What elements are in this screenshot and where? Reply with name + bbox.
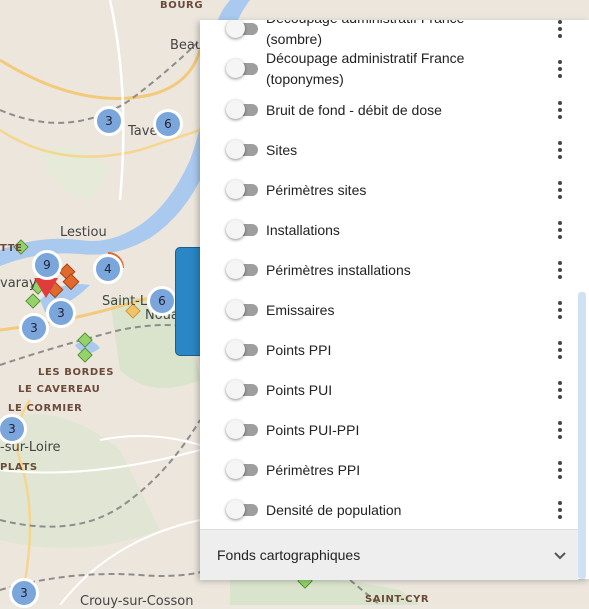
layer-label: Sites (266, 141, 298, 158)
map-label: LE CAVEREAU (18, 384, 101, 395)
basemaps-section-header[interactable]: Fonds cartographiques (200, 529, 578, 580)
map-label: Lestiou (60, 225, 107, 240)
more-vert-icon[interactable] (550, 20, 570, 41)
layer-toggle[interactable] (226, 180, 258, 199)
layer-label: Périmètres sites (266, 181, 367, 198)
map-label: LE CORMIER (8, 403, 83, 414)
layer-toggle[interactable] (226, 380, 258, 399)
layer-label: Densité de population (266, 501, 402, 518)
map-label: Saint-L (102, 294, 148, 309)
map-label: BOURG (160, 0, 204, 11)
layer-toggle[interactable] (226, 460, 258, 479)
more-vert-icon[interactable] (550, 378, 570, 402)
layer-label: Emissaires (266, 301, 335, 318)
layer-label: Bruit de fond - débit de dose (266, 101, 442, 118)
more-vert-icon[interactable] (550, 57, 570, 81)
cluster-marker[interactable]: 3 (46, 298, 76, 328)
more-vert-icon[interactable] (550, 338, 570, 362)
cluster-marker[interactable]: 6 (147, 286, 177, 316)
more-vert-icon[interactable] (550, 178, 570, 202)
layer-row: Points PUI-PPI (200, 410, 589, 450)
map-label: Crouy-sur-Cosson (80, 594, 194, 609)
more-vert-icon[interactable] (550, 498, 570, 522)
more-vert-icon[interactable] (550, 138, 570, 162)
layer-label: Installations (266, 221, 340, 238)
layer-toggle[interactable] (226, 260, 258, 279)
layer-toggle[interactable] (226, 220, 258, 239)
layer-label: Points PUI-PPI (266, 421, 360, 438)
layer-row: Périmètres PPI (200, 450, 589, 490)
map-label: TTE (0, 243, 23, 254)
map-label: SAINT-CYR (365, 594, 430, 605)
cluster-marker[interactable]: 4 (93, 254, 123, 284)
panel-scrollbar[interactable] (578, 292, 586, 579)
layer-label: Périmètres installations (266, 261, 411, 278)
layer-label: Points PPI (266, 341, 332, 358)
cluster-marker[interactable]: 3 (94, 106, 124, 136)
layer-row: Points PPI (200, 330, 589, 370)
layer-row: Densité de population (200, 490, 589, 530)
layer-label: Points PUI (266, 381, 333, 398)
map-label: varay (0, 276, 37, 291)
basemaps-label: Fonds cartographiques (217, 547, 361, 563)
layer-toggle[interactable] (226, 420, 258, 439)
layers-panel: Découpage administratif France (sombre) … (200, 20, 589, 579)
cluster-marker[interactable]: 6 (153, 109, 183, 139)
layer-label: Périmètres PPI (266, 461, 361, 478)
layer-row: Emissaires (200, 290, 589, 330)
map-label: Beau (170, 38, 204, 53)
more-vert-icon[interactable] (550, 218, 570, 242)
layer-toggle[interactable] (226, 100, 258, 119)
layer-row: Points PUI (200, 370, 589, 410)
more-vert-icon[interactable] (550, 258, 570, 282)
map-label: LES BORDES (38, 367, 115, 378)
layer-label: Découpage administratif France (sombre) (266, 20, 464, 47)
layer-row: Installations (200, 210, 589, 250)
layer-label: Découpage administratif France (toponyme… (266, 50, 465, 87)
layer-row: Découpage administratif France (sombre) (200, 20, 589, 49)
layer-row: Découpage administratif France (toponyme… (200, 49, 589, 89)
layer-toggle[interactable] (226, 140, 258, 159)
layer-toggle[interactable] (226, 20, 258, 38)
chevron-down-icon[interactable] (552, 547, 568, 563)
layer-toggle[interactable] (226, 59, 258, 78)
cluster-marker[interactable]: 3 (9, 578, 39, 608)
layer-toggle[interactable] (226, 300, 258, 319)
cluster-marker[interactable]: 9 (32, 250, 62, 280)
layer-toggle[interactable] (226, 500, 258, 519)
more-vert-icon[interactable] (550, 98, 570, 122)
more-vert-icon[interactable] (550, 458, 570, 482)
layer-row: Périmètres installations (200, 250, 589, 290)
layer-toggle[interactable] (226, 340, 258, 359)
more-vert-icon[interactable] (550, 298, 570, 322)
map-label: PLATS (0, 462, 38, 473)
layer-row: Sites (200, 130, 589, 170)
more-vert-icon[interactable] (550, 418, 570, 442)
cluster-marker[interactable]: 3 (19, 313, 49, 343)
layer-row: Périmètres sites (200, 170, 589, 210)
layer-row: Bruit de fond - débit de dose (200, 90, 589, 130)
